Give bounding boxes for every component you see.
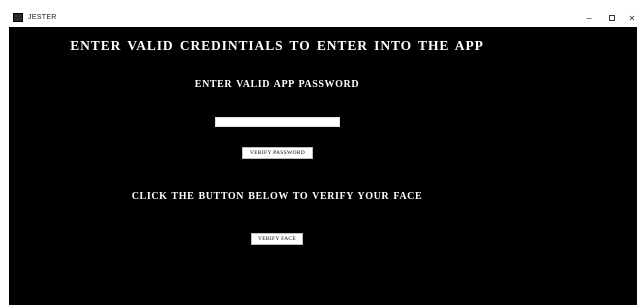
close-icon: ✕ — [628, 13, 636, 23]
maximize-button[interactable] — [601, 11, 623, 25]
minimize-icon: − — [585, 13, 593, 23]
password-input[interactable] — [215, 117, 340, 127]
minimize-button[interactable]: − — [578, 11, 600, 25]
close-button[interactable]: ✕ — [621, 11, 637, 25]
app-icon — [13, 13, 23, 22]
verify-password-button[interactable]: VERIFY PASSWORD — [242, 147, 313, 159]
verify-face-button[interactable]: VERIFY FACE — [251, 233, 303, 245]
page-title: ENTER VALID CREDINTIALS TO ENTER INTO TH… — [70, 38, 484, 53]
title-bar[interactable]: JESTER − ✕ — [9, 9, 637, 27]
password-heading: ENTER VALID APP PASSWORD — [194, 79, 360, 90]
window-title: JESTER — [28, 14, 57, 21]
face-verify-heading: CLICK THE BUTTON BELOW TO VERIFY YOUR FA… — [131, 191, 423, 202]
maximize-icon — [609, 15, 615, 21]
app-window: JESTER − ✕ ENTER VALID CREDINTIALS TO EN… — [9, 9, 637, 305]
